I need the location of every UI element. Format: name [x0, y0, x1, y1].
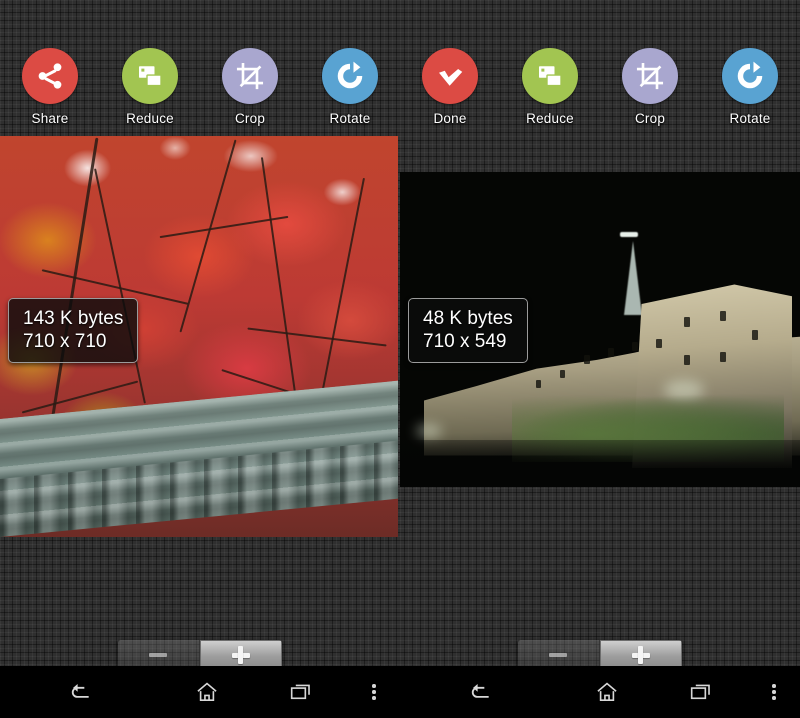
share-icon	[22, 48, 78, 104]
overflow-menu-icon	[372, 682, 376, 703]
check-icon	[422, 48, 478, 104]
file-size-text: 48 K bytes	[423, 308, 513, 329]
rotate-button[interactable]: Rotate	[304, 48, 396, 126]
android-navigation-bar	[400, 666, 800, 718]
nav-home-button[interactable]	[160, 666, 254, 718]
file-size-text: 143 K bytes	[23, 308, 124, 329]
nav-back-button[interactable]	[400, 666, 560, 718]
crop-button[interactable]: Crop	[204, 48, 296, 126]
crop-icon	[622, 48, 678, 104]
screenshot-left: Share Reduce Crop Rotate 143 K bytes 710…	[0, 0, 400, 718]
nav-home-button[interactable]	[560, 666, 654, 718]
reduce-label: Reduce	[526, 111, 574, 126]
reduce-button[interactable]: Reduce	[104, 48, 196, 126]
crop-button[interactable]: Crop	[604, 48, 696, 126]
nav-overflow-menu-button[interactable]	[348, 666, 400, 718]
crop-icon	[222, 48, 278, 104]
reduce-icon	[522, 48, 578, 104]
plus-icon	[231, 646, 250, 664]
crop-label: Crop	[234, 111, 266, 126]
nav-back-button[interactable]	[0, 666, 160, 718]
rotate-icon	[722, 48, 778, 104]
dimensions-text: 710 x 549	[423, 331, 507, 353]
reduce-label: Reduce	[126, 111, 174, 126]
overflow-menu-icon	[772, 682, 776, 703]
nav-recents-button[interactable]	[254, 666, 348, 718]
rotate-button[interactable]: Rotate	[704, 48, 796, 126]
rotate-label: Rotate	[729, 111, 771, 126]
toolbar-left: Share Reduce Crop Rotate	[0, 48, 400, 136]
screenshot-right: Done Reduce Crop Rotate 48 K bytes 710 x…	[400, 0, 800, 718]
nav-overflow-menu-button[interactable]	[748, 666, 800, 718]
photo-base-shadow	[400, 439, 800, 487]
plus-icon	[631, 646, 650, 664]
dimensions-text: 710 x 710	[23, 331, 107, 353]
share-button[interactable]: Share	[4, 48, 96, 126]
share-label: Share	[31, 111, 69, 126]
toolbar-right: Done Reduce Crop Rotate	[400, 48, 800, 136]
image-info-badge: 143 K bytes 710 x 710	[8, 298, 139, 364]
rotate-label: Rotate	[329, 111, 371, 126]
reduce-button[interactable]: Reduce	[504, 48, 596, 126]
rotate-icon	[322, 48, 378, 104]
nav-recents-button[interactable]	[654, 666, 748, 718]
done-label: Done	[433, 111, 467, 126]
reduce-icon	[122, 48, 178, 104]
android-navigation-bar	[0, 666, 400, 718]
image-info-badge: 48 K bytes 710 x 549	[408, 298, 528, 364]
crop-label: Crop	[634, 111, 666, 126]
done-button[interactable]: Done	[404, 48, 496, 126]
